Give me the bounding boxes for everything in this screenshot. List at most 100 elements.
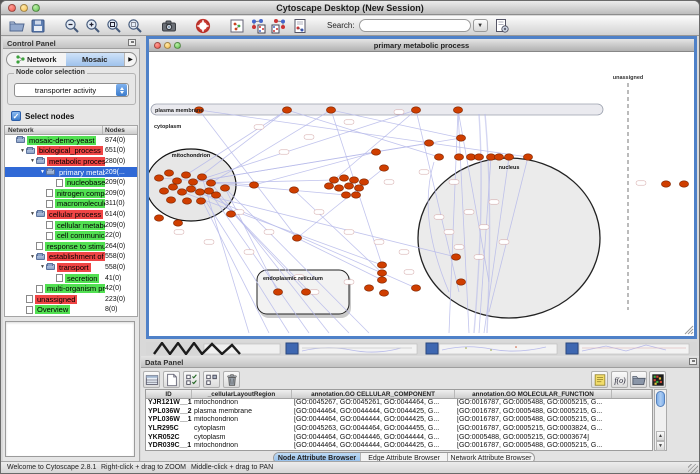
column-header[interactable]: annotation.GO MOLECULAR_FUNCTION [455, 390, 612, 398]
tiny-node-label [264, 230, 274, 234]
close-icon[interactable] [8, 4, 16, 12]
unselect-attr-icon[interactable] [203, 371, 220, 388]
zoom-out-icon[interactable] [63, 17, 81, 34]
table-row[interactable]: YLR295Ccytoplasm[GO:0045263, GO:0044464,… [146, 425, 652, 434]
tree-row-label: nitrogen compo [55, 189, 105, 198]
tree-row[interactable]: macromolecule311(0) [5, 199, 137, 210]
net-zoom-icon[interactable] [174, 42, 181, 49]
search-input[interactable] [359, 19, 471, 32]
tab-mosaic[interactable]: Mosaic [66, 53, 125, 66]
tree-row[interactable]: ▼cellular process614(0) [5, 209, 137, 220]
tree-row[interactable]: secretion41(0) [5, 273, 137, 284]
table-cell: [GO:0016787, GO:0005215, GO:0003824, G..… [455, 425, 612, 434]
vizmap-icon[interactable] [291, 17, 309, 34]
tree-row[interactable]: multi-organism pro42(0) [5, 283, 137, 294]
function-icon[interactable]: f(o) [611, 371, 628, 388]
tree-row-label: establishment of lo [47, 252, 105, 261]
table-row[interactable]: YPL036W__1mitochondrion[GO:0044464, GO:0… [146, 416, 652, 425]
select-attr-icon[interactable] [183, 371, 200, 388]
tree-row[interactable]: mosaic-demo-yeast874(0) [5, 135, 137, 146]
tree-row[interactable]: cell communicat22(0) [5, 230, 137, 241]
import-icon[interactable] [630, 371, 647, 388]
birdseye-view-panel[interactable] [5, 321, 135, 457]
network-node [289, 187, 298, 193]
zoom-fit-icon[interactable] [105, 17, 123, 34]
tree-row[interactable]: cellular metabo209(0) [5, 220, 137, 231]
window-resize-grip[interactable] [688, 464, 698, 474]
tiny-node-label [489, 200, 499, 204]
zoom-in-icon[interactable] [84, 17, 102, 34]
tree-row[interactable]: unassigned223(0) [5, 294, 137, 305]
attr-table-icon[interactable] [143, 371, 160, 388]
filter-icon[interactable] [493, 17, 511, 34]
tiny-node-label [279, 150, 289, 154]
tree-row[interactable]: ▼metabolic process280(0) [5, 156, 137, 167]
scroll-down-icon[interactable]: ▼ [656, 441, 665, 451]
tree-row-node-count: 209(0) [105, 222, 137, 229]
float-panel-icon[interactable] [128, 39, 136, 46]
notes-icon[interactable] [591, 371, 608, 388]
background-window-fragment [566, 343, 689, 354]
window-titlebar[interactable]: Cytoscape Desktop (New Session) [1, 1, 699, 15]
net-minimize-icon[interactable] [164, 42, 171, 49]
tree-row[interactable]: ▼primary metabo209(... [5, 167, 137, 178]
expand-arrow-icon[interactable]: ▼ [39, 264, 46, 270]
table-row[interactable]: YKR052Ccytoplasm[GO:0044464, GO:0044446,… [146, 434, 652, 443]
control-panel-header: Control Panel [3, 37, 140, 49]
snapshot-icon[interactable] [160, 17, 178, 34]
open-icon[interactable] [8, 17, 26, 34]
scrollbar-thumb[interactable] [656, 391, 665, 407]
scroll-up-icon[interactable]: ▲ [656, 431, 665, 441]
delete-attr-icon[interactable] [223, 371, 240, 388]
birdseye-icon[interactable] [228, 17, 246, 34]
tabs-overflow-arrow[interactable]: ▶ [124, 53, 136, 66]
table-cell: [GO:0044464, GO:0044444, GO:0044425, G..… [292, 408, 455, 417]
zoom-window-icon[interactable] [32, 4, 40, 12]
expand-arrow-icon[interactable]: ▼ [19, 148, 26, 154]
minimize-icon[interactable] [20, 4, 28, 12]
layout-a-icon[interactable] [249, 17, 267, 34]
column-header[interactable]: _cellularLayoutRegion [192, 390, 292, 398]
table-row[interactable]: YJR121W__1mitochondrion[GO:0045267, GO:0… [146, 399, 652, 408]
tree-row[interactable]: Overview8(0) [5, 305, 137, 316]
nucleus-shape [418, 158, 600, 318]
network-canvas[interactable]: plasma membranecytoplasmmitochondrionnuc… [149, 52, 694, 336]
attribute-table: ID_cellularLayoutRegionannotation.GO CEL… [145, 389, 653, 451]
expand-arrow-icon[interactable]: ▼ [29, 254, 36, 260]
expand-arrow-icon[interactable]: ▼ [29, 158, 36, 164]
file-icon [36, 242, 43, 250]
layout-b-icon[interactable] [270, 17, 288, 34]
float-data-panel-icon[interactable] [689, 358, 697, 365]
zoom-selected-icon[interactable] [126, 17, 144, 34]
matrix-icon[interactable] [649, 371, 666, 388]
column-header[interactable]: ID [146, 390, 192, 398]
column-header[interactable]: annotation.GO CELLULAR_COMPONENT [292, 390, 455, 398]
expand-arrow-icon[interactable]: ▼ [29, 211, 36, 217]
tree-header-network[interactable]: Network [5, 126, 103, 134]
help-icon[interactable] [194, 17, 212, 34]
table-row[interactable]: YPL036W__2plasma membrane[GO:0044464, GO… [146, 408, 652, 417]
tiny-node-label [304, 135, 314, 139]
net-close-icon[interactable] [154, 42, 161, 49]
save-icon[interactable] [29, 17, 47, 34]
select-nodes-checkbox[interactable]: ✓ [11, 111, 21, 121]
tree-row[interactable]: nitrogen compo209(0) [5, 188, 137, 199]
tab-network[interactable]: Network [7, 53, 66, 66]
table-row[interactable]: YDR039C__1mitochondrion[GO:0044464, GO:0… [146, 442, 652, 451]
tree-row[interactable]: ▼establishment of lo558(0) [5, 252, 137, 263]
tab-mosaic-label: Mosaic [82, 55, 107, 64]
network-node [377, 277, 386, 283]
tree-header-nodes[interactable]: Nodes [103, 126, 137, 134]
table-scrollbar[interactable]: ▲ ▼ [654, 389, 667, 451]
network-node [226, 211, 235, 217]
tree-row[interactable]: nucleobase-209(0) [5, 177, 137, 188]
network-view-titlebar[interactable]: primary metabolic process [149, 39, 694, 52]
search-dropdown-button[interactable]: ▼ [473, 19, 488, 32]
tree-row[interactable]: ▼transport558(0) [5, 262, 137, 273]
new-attr-icon[interactable] [163, 371, 180, 388]
tree-row[interactable]: response to stimulu264(0) [5, 241, 137, 252]
attribute-combobox[interactable]: transporter activity [14, 83, 129, 97]
tree-row[interactable]: ▼biological_process651(0) [5, 146, 137, 157]
expand-arrow-icon[interactable]: ▼ [39, 169, 46, 175]
network-node [282, 107, 291, 113]
